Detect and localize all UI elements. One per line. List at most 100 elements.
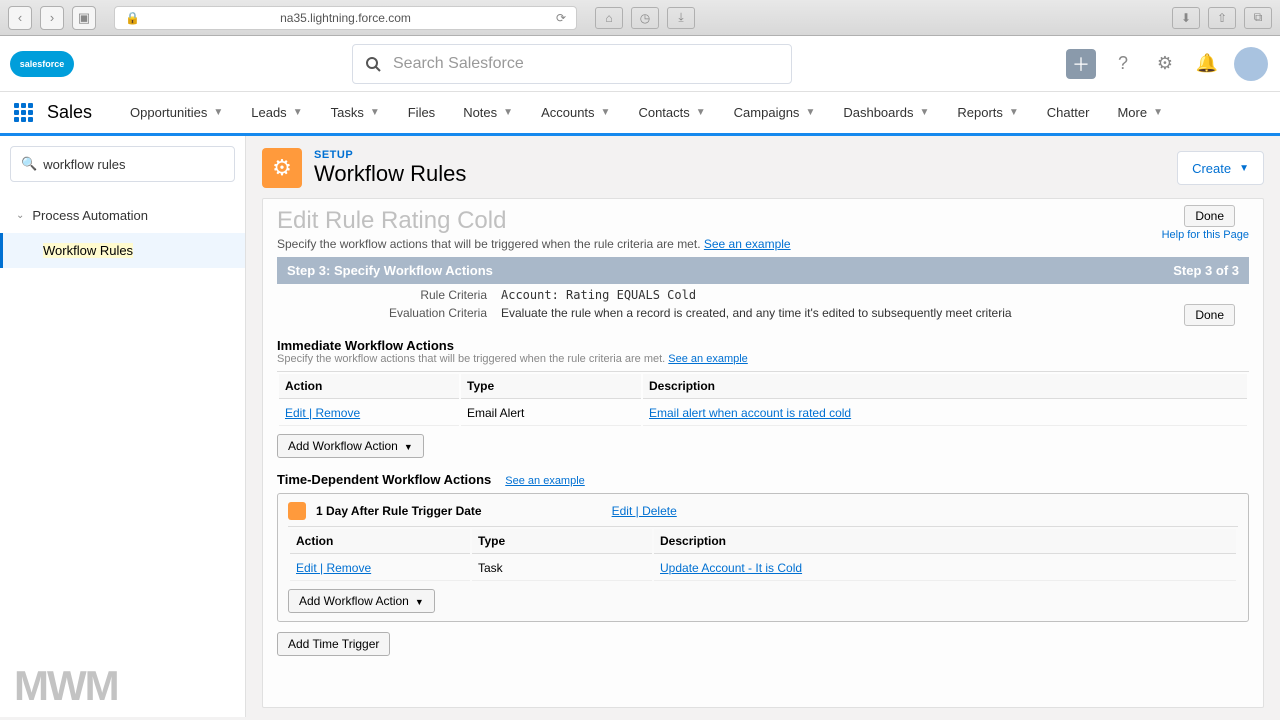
chevron-down-icon: ▼: [696, 107, 706, 118]
col-action: Action: [279, 374, 459, 399]
download-button[interactable]: ⬇: [1172, 7, 1200, 29]
tree-workflow-rules[interactable]: Workflow Rules: [0, 233, 245, 268]
help-icon[interactable]: ?: [1108, 49, 1138, 79]
page-subtext: Specify the workflow actions that will b…: [277, 237, 1249, 251]
watermark: MWM: [14, 662, 118, 710]
done-button-2[interactable]: Done: [1184, 304, 1235, 326]
chevron-down-icon: ▼: [1239, 163, 1249, 174]
nav-notes[interactable]: Notes▼: [449, 91, 527, 135]
app-launcher-icon[interactable]: [14, 103, 33, 122]
nav-campaigns[interactable]: Campaigns▼: [720, 91, 830, 135]
step-bar: Step 3: Specify Workflow Actions Step 3 …: [277, 257, 1249, 284]
col-desc: Description: [654, 529, 1236, 554]
quick-find-value: workflow rules: [43, 157, 125, 172]
trigger-actions-table: Action Type Description Edit | Remove Ta…: [288, 526, 1238, 583]
share-icon[interactable]: ⇧: [1208, 7, 1236, 29]
sidebar-toggle-button[interactable]: ▣: [72, 6, 96, 30]
chevron-down-icon: ▼: [1153, 107, 1163, 118]
see-example-link[interactable]: See an example: [704, 237, 791, 251]
nav-dashboards[interactable]: Dashboards▼: [829, 91, 943, 135]
url-text: na35.lightning.force.com: [280, 11, 411, 25]
immediate-actions-sub: Specify the workflow actions that will b…: [277, 353, 1249, 365]
see-example-link[interactable]: See an example: [505, 475, 585, 487]
trigger-edit-delete-link[interactable]: Edit | Delete: [612, 504, 677, 518]
nav-tasks[interactable]: Tasks▼: [317, 91, 394, 135]
global-search[interactable]: Search Salesforce: [352, 44, 792, 84]
address-bar[interactable]: 🔒 na35.lightning.force.com ⟳: [114, 6, 577, 30]
setup-gear-icon[interactable]: ⚙: [1150, 49, 1180, 79]
tree-process-automation[interactable]: ⌄ Process Automation: [0, 198, 245, 233]
evaluation-criteria-value: Evaluate the rule when a record is creat…: [501, 306, 1012, 320]
row-type: Task: [472, 556, 652, 581]
col-type: Type: [472, 529, 652, 554]
step-label: Step 3: Specify Workflow Actions: [287, 263, 493, 278]
nav-contacts[interactable]: Contacts▼: [624, 91, 719, 135]
row-desc-link[interactable]: Update Account - It is Cold: [660, 561, 802, 575]
chevron-down-icon: ▼: [805, 107, 815, 118]
setup-title: Workflow Rules: [314, 161, 466, 187]
see-example-link[interactable]: See an example: [668, 353, 748, 365]
notifications-icon[interactable]: 🔔: [1192, 49, 1222, 79]
chevron-down-icon: ▼: [293, 107, 303, 118]
global-header: salesforce Search Salesforce ＋ ? ⚙ 🔔: [0, 36, 1280, 92]
quick-find-input[interactable]: 🔍 workflow rules: [10, 146, 235, 182]
nav-more[interactable]: More▼: [1103, 91, 1177, 135]
trigger-title: 1 Day After Rule Trigger Date: [316, 504, 482, 518]
nav-leads[interactable]: Leads▼: [237, 91, 316, 135]
time-trigger-box: 1 Day After Rule Trigger Date Edit | Del…: [277, 493, 1249, 622]
downloads-inbox-icon[interactable]: ⤓: [667, 7, 695, 29]
search-icon: 🔍: [21, 156, 37, 172]
chevron-down-icon: ▼: [213, 107, 223, 118]
nav-reports[interactable]: Reports▼: [943, 91, 1032, 135]
avatar[interactable]: [1234, 47, 1268, 81]
setup-eyebrow: SETUP: [314, 149, 466, 161]
forward-button[interactable]: ›: [40, 6, 64, 30]
chevron-down-icon: ▼: [404, 442, 413, 452]
evaluation-criteria-label: Evaluation Criteria: [357, 306, 487, 320]
row-desc-link[interactable]: Email alert when account is rated cold: [649, 406, 851, 420]
main-content: ⚙ SETUP Workflow Rules Create▼ Done Help…: [246, 136, 1280, 717]
back-button[interactable]: ‹: [8, 6, 32, 30]
col-desc: Description: [643, 374, 1247, 399]
add-time-trigger-button[interactable]: Add Time Trigger: [277, 632, 390, 656]
global-add-button[interactable]: ＋: [1066, 49, 1096, 79]
immediate-actions-table: Action Type Description Edit | Remove Em…: [277, 371, 1249, 428]
rule-criteria-value: Account: Rating EQUALS Cold: [501, 288, 696, 302]
edit-remove-link[interactable]: Edit | Remove: [285, 406, 360, 420]
add-workflow-action-button[interactable]: Add Workflow Action▼: [277, 434, 424, 458]
edit-remove-link[interactable]: Edit | Remove: [296, 561, 371, 575]
chevron-down-icon: ▼: [601, 107, 611, 118]
nav-files[interactable]: Files: [394, 91, 449, 135]
search-placeholder: Search Salesforce: [393, 55, 524, 73]
nav-opportunities[interactable]: Opportunities▼: [116, 91, 237, 135]
workflow-iframe: Done Help for this Page Edit Rule Rating…: [262, 198, 1264, 708]
tabs-icon[interactable]: ⧉: [1244, 7, 1272, 29]
nav-chatter[interactable]: Chatter: [1033, 91, 1104, 135]
done-button[interactable]: Done: [1184, 205, 1235, 227]
page-title: Edit Rule Rating Cold: [277, 207, 1249, 235]
search-icon: [365, 56, 381, 72]
row-type: Email Alert: [461, 401, 641, 426]
chevron-down-icon: ▼: [1009, 107, 1019, 118]
add-workflow-action-button-2[interactable]: Add Workflow Action▼: [288, 589, 435, 613]
table-row: Edit | Remove Email Alert Email alert wh…: [279, 401, 1247, 426]
help-link[interactable]: Help for this Page: [1162, 229, 1249, 241]
nav-accounts[interactable]: Accounts▼: [527, 91, 624, 135]
lock-icon: 🔒: [125, 11, 140, 25]
browser-chrome: ‹ › ▣ 🔒 na35.lightning.force.com ⟳ ⌂ ◷ ⤓…: [0, 0, 1280, 36]
time-dependent-header: Time-Dependent Workflow Actions: [277, 472, 491, 487]
refresh-icon[interactable]: ⟳: [556, 11, 566, 25]
history-icon[interactable]: ◷: [631, 7, 659, 29]
clock-icon: [288, 502, 306, 520]
chevron-down-icon: ▼: [370, 107, 380, 118]
setup-gear-box-icon: ⚙: [262, 148, 302, 188]
home-icon[interactable]: ⌂: [595, 7, 623, 29]
table-row: Edit | Remove Task Update Account - It i…: [290, 556, 1236, 581]
chevron-down-icon: ▼: [415, 597, 424, 607]
salesforce-logo[interactable]: salesforce: [12, 43, 72, 85]
immediate-actions-header: Immediate Workflow Actions: [277, 338, 1249, 353]
step-count: Step 3 of 3: [1173, 263, 1239, 278]
chevron-down-icon: ▼: [919, 107, 929, 118]
nav-bar: Sales Opportunities▼ Leads▼ Tasks▼ Files…: [0, 92, 1280, 136]
create-button[interactable]: Create▼: [1177, 151, 1264, 185]
